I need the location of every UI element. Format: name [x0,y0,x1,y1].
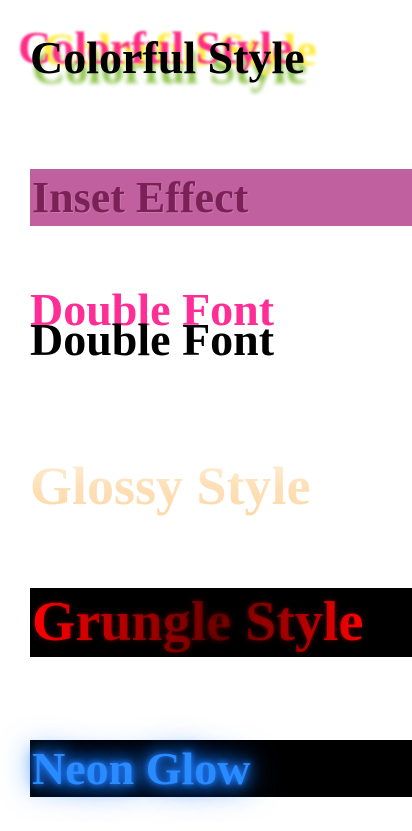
inset-effect-banner: Inset Effect [30,169,412,226]
colorful-style-text: Colorful Style [30,32,305,83]
double-font-front-text: Double Font [30,314,275,365]
neon-glow-banner: Neon Glow [30,740,412,797]
glossy-style-text: Glossy Style [30,453,311,519]
grungle-style-text: Grungle Style [32,591,364,653]
neon-glow-text: Neon Glow [32,743,251,794]
inset-effect-text: Inset Effect [32,173,249,222]
grungle-style-banner: Grungle Style [30,588,412,657]
